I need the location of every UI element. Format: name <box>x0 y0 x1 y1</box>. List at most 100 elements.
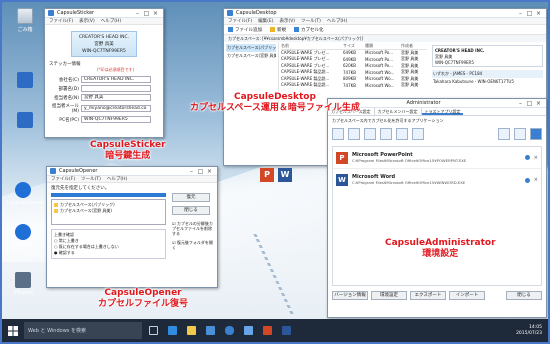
version-button[interactable]: バージョン情報 <box>332 291 368 300</box>
menu-view[interactable]: 表示(V) <box>279 18 295 24</box>
app-row-word[interactable]: W Microsoft Word C:¥Program Files¥Micros… <box>333 169 541 191</box>
close-icon[interactable]: × <box>151 10 160 17</box>
restore-button[interactable]: 復元 <box>172 193 210 202</box>
import-button[interactable]: インポート <box>449 291 485 300</box>
table-row[interactable]: CAPSULE-WARE 製品説... 747KB Microsoft Wo... 宮… <box>281 69 427 76</box>
department-input[interactable] <box>81 85 151 92</box>
member-item[interactable]: Takahara Kabutsune - WIN-OEN6T17TU5 <box>432 78 543 85</box>
settings-button[interactable]: 環境設定 <box>371 291 407 300</box>
close-icon[interactable]: × <box>534 10 543 17</box>
powerpoint-taskbar-button[interactable] <box>259 322 275 339</box>
add-app-icon[interactable] <box>332 128 344 140</box>
menu-tools[interactable]: ツール(T) <box>301 18 321 24</box>
taskview-button[interactable] <box>145 322 161 339</box>
maximize-icon[interactable]: □ <box>196 168 205 175</box>
list-view-icon[interactable] <box>498 128 510 140</box>
opener-titlebar[interactable]: CapsuleOpener – □ × <box>47 167 217 176</box>
desktop-icon-app2[interactable] <box>8 112 42 130</box>
menu-view[interactable]: 表示(V) <box>79 18 95 24</box>
col-author[interactable]: 作成者 <box>401 43 427 49</box>
desktop-icon-sticker[interactable]: Sticker <box>6 224 40 248</box>
minimize-icon[interactable]: – <box>516 10 525 17</box>
taskbar-search[interactable]: Web と Windows を検索 <box>24 322 142 339</box>
menu-help[interactable]: ヘルプ(H) <box>327 18 347 24</box>
taskbar-clock[interactable]: 14:05 2015/07/23 <box>516 325 542 337</box>
col-size[interactable]: サイズ <box>343 43 365 49</box>
table-row[interactable]: CAPSULE-WARE プレゼ... 649KB Microsoft Po... 宮… <box>281 56 427 63</box>
admin-toolbar <box>328 126 546 144</box>
tree-item-public[interactable]: カプセルスペース(パブリック) <box>226 44 276 52</box>
caption-sticker: CapsuleSticker 暗号鍵生成 <box>90 140 166 162</box>
desktop-icon-vmware[interactable]: VMware <box>6 272 40 296</box>
remove-icon[interactable]: × <box>534 177 538 183</box>
minimize-icon[interactable]: – <box>133 10 142 17</box>
sticker-titlebar[interactable]: CapsuleSticker – □ × <box>45 9 163 18</box>
menu-tools[interactable]: ツール(T) <box>81 176 101 182</box>
detail-view-icon[interactable] <box>514 128 526 140</box>
maximize-icon[interactable]: □ <box>142 10 151 17</box>
desktop-icon-capsule-opener[interactable]: CapsuleOpener <box>6 182 44 206</box>
refresh-icon[interactable] <box>412 128 424 140</box>
app-row-powerpoint[interactable]: P Microsoft PowerPoint C:¥Program Files¥… <box>333 147 541 169</box>
minimize-icon[interactable]: – <box>516 100 525 107</box>
desktop-titlebar[interactable]: CapsuleDesktop – □ × <box>224 9 546 18</box>
pc-input[interactable]: WIN-QC7TNF99ER5 <box>81 116 151 123</box>
close-icon[interactable]: × <box>534 100 543 107</box>
destination-list[interactable]: カプセルスペース(パブリック) カプセルスペース(宮野 具美) <box>51 199 166 225</box>
tree-item-private[interactable]: カプセルスペース(宮野 具美) <box>226 52 276 60</box>
close-icon[interactable]: × <box>205 168 214 175</box>
capsule-admin-taskbar-button[interactable] <box>240 322 256 339</box>
close-button[interactable]: 閉じる <box>172 206 210 215</box>
radio-confirm[interactable]: ● 確認する <box>54 250 163 256</box>
minimize-icon[interactable]: – <box>187 168 196 175</box>
menu-file[interactable]: ファイル(F) <box>51 176 75 182</box>
opener-menubar: ファイル(F) ツール(T) ヘルプ(H) <box>47 176 217 183</box>
edge-button[interactable] <box>164 322 180 339</box>
maximize-icon[interactable]: □ <box>525 100 534 107</box>
tab-trust-app[interactable]: トラストアプリ設定 <box>421 108 464 115</box>
list-item[interactable]: カプセルスペース(宮野 具美) <box>54 208 163 214</box>
new-button[interactable]: 新規 <box>270 27 286 33</box>
desktop-icon-app1[interactable] <box>8 72 42 90</box>
all-select-icon[interactable] <box>530 128 542 140</box>
email-input[interactable]: y_miyano@creatorshead.co <box>81 105 151 112</box>
option-open-folder[interactable]: ☑ 復元後フォルダを開く <box>172 240 213 250</box>
member-item[interactable]: いずれか - JAMES - PC184 <box>432 70 543 78</box>
copy-icon[interactable] <box>380 128 392 140</box>
admin-titlebar[interactable]: Administrator – □ × <box>328 99 546 108</box>
store-button[interactable] <box>202 322 218 339</box>
table-cell-name: CAPSULE-WARE プレゼ... <box>281 62 330 68</box>
word-file-icon[interactable]: W <box>278 168 292 182</box>
remove-icon[interactable]: × <box>534 155 538 161</box>
menu-help[interactable]: ヘルプ(H) <box>107 176 127 182</box>
menu-file[interactable]: ファイル(F) <box>49 18 73 24</box>
menu-edit[interactable]: 編集(E) <box>258 18 273 24</box>
powerpoint-file-icon[interactable]: P <box>260 168 274 182</box>
add-file-button[interactable]: ファイル追加 <box>228 27 262 33</box>
maximize-icon[interactable]: □ <box>525 10 534 17</box>
table-row[interactable]: CAPSULE-WARE プレゼ... 649KB Microsoft Po... 宮… <box>281 50 427 57</box>
capsule-desktop-taskbar-button[interactable] <box>221 322 237 339</box>
table-row[interactable]: CAPSULE-WARE プレゼ... 620KB Microsoft Po... 宮… <box>281 63 427 70</box>
folder-icon[interactable] <box>348 128 360 140</box>
col-type[interactable]: 種類 <box>365 43 401 49</box>
option-delete-capsule[interactable]: ☑ カプセルの分解後カプセルファイルを削除する <box>172 221 213 236</box>
word-taskbar-button[interactable] <box>278 322 294 339</box>
edit-icon[interactable] <box>364 128 376 140</box>
explorer-button[interactable] <box>183 322 199 339</box>
export-icon[interactable] <box>396 128 408 140</box>
start-button[interactable] <box>2 319 24 342</box>
person-input[interactable]: 宮野 具美 <box>81 94 151 101</box>
desktop-icon-recycle-bin[interactable]: ごみ箱 <box>8 8 42 33</box>
company-input[interactable]: CREATOR'S HEAD INC. <box>81 76 151 83</box>
table-row[interactable]: CAPSULE-WARE 製品説... 747KB Microsoft Wo... 宮… <box>281 82 427 89</box>
tab-capsule-member[interactable]: カプセルメンバー設定 <box>375 108 422 115</box>
col-name[interactable]: 名前 <box>281 43 343 49</box>
export-button[interactable]: エクスポート <box>410 291 446 300</box>
windows-icon <box>8 325 18 336</box>
menu-help[interactable]: ヘルプ(H) <box>101 18 121 24</box>
capsulize-button[interactable]: カプセル化 <box>294 27 324 33</box>
menu-file[interactable]: ファイル(F) <box>228 18 252 24</box>
table-row[interactable]: CAPSULE-WARE 製品説... 809KB Microsoft Wo... 宮… <box>281 76 427 83</box>
admin-close-button[interactable]: 閉じる <box>506 291 542 300</box>
